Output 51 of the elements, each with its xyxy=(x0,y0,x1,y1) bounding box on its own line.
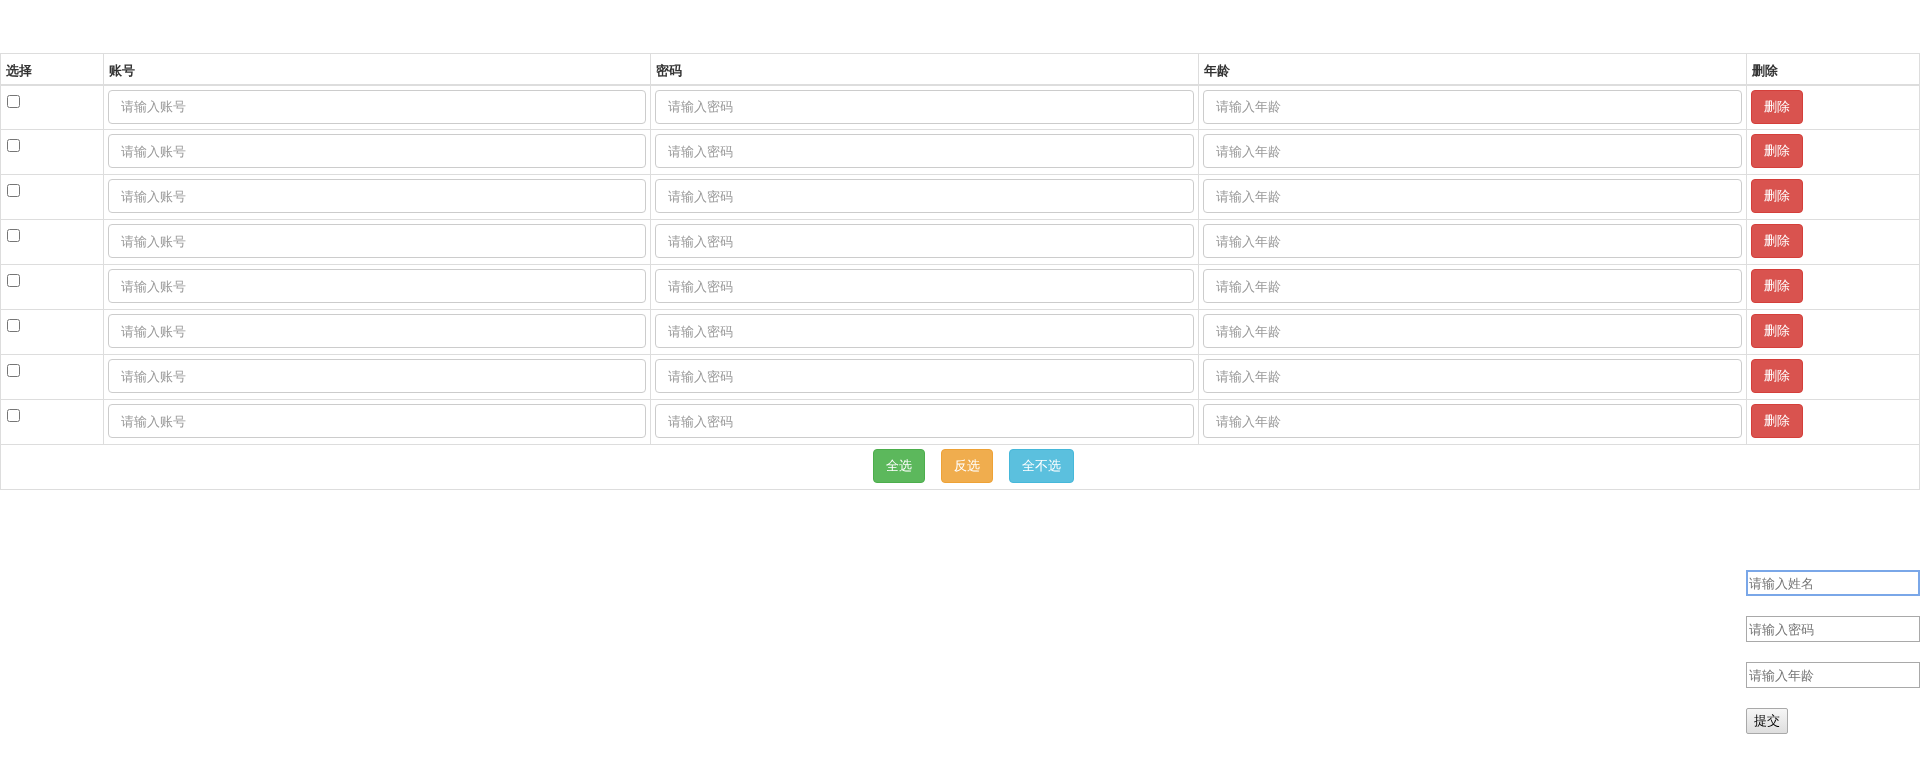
row-checkbox[interactable] xyxy=(7,364,20,377)
column-header: 删除 xyxy=(1752,62,1778,78)
delete-button[interactable]: 删除 xyxy=(1751,314,1803,348)
delete-button[interactable]: 删除 xyxy=(1751,224,1803,258)
column-header: 年龄 xyxy=(1204,62,1230,78)
text-input-field[interactable]: 请输入账号 xyxy=(108,134,646,168)
text-input-field[interactable]: 请输入年龄 xyxy=(1203,314,1742,348)
row-checkbox[interactable] xyxy=(7,274,20,287)
delete-button[interactable]: 删除 xyxy=(1751,404,1803,438)
column-header: 账号 xyxy=(109,62,135,78)
text-input-field[interactable]: 请输入账号 xyxy=(108,404,646,438)
text-input-field[interactable]: 请输入年龄 xyxy=(1203,404,1742,438)
text-input-field[interactable]: 请输入账号 xyxy=(108,269,646,303)
text-input-field[interactable]: 请输入账号 xyxy=(108,359,646,393)
row-checkbox[interactable] xyxy=(7,229,20,242)
form-input-field[interactable]: 请输入年龄 xyxy=(1746,662,1920,688)
row-checkbox[interactable] xyxy=(7,319,20,332)
form-input-field[interactable]: 请输入密码 xyxy=(1746,616,1920,642)
submit-button[interactable]: 提交 xyxy=(1746,708,1788,734)
delete-button[interactable]: 删除 xyxy=(1751,89,1803,124)
text-input-field[interactable]: 请输入密码 xyxy=(655,269,1194,303)
text-input-field[interactable]: 请输入密码 xyxy=(655,314,1194,348)
column-header: 选择 xyxy=(6,62,32,78)
row-checkbox[interactable] xyxy=(7,409,20,422)
delete-button[interactable]: 删除 xyxy=(1751,359,1803,393)
delete-button[interactable]: 删除 xyxy=(1751,134,1803,168)
text-input-field[interactable]: 请输入年龄 xyxy=(1203,269,1742,303)
text-input-field[interactable]: 请输入密码 xyxy=(655,359,1194,393)
column-header: 密码 xyxy=(656,62,682,78)
text-input-field[interactable]: 请输入账号 xyxy=(108,89,646,124)
row-checkbox[interactable] xyxy=(7,184,20,197)
text-input-field[interactable]: 请输入密码 xyxy=(655,179,1194,213)
text-input-field[interactable]: 请输入年龄 xyxy=(1203,224,1742,258)
text-input-field[interactable]: 请输入账号 xyxy=(108,314,646,348)
text-input-field[interactable]: 请输入账号 xyxy=(108,224,646,258)
text-input-field[interactable]: 请输入账号 xyxy=(108,179,646,213)
delete-button[interactable]: 删除 xyxy=(1751,269,1803,303)
text-input-field[interactable]: 请输入密码 xyxy=(655,224,1194,258)
select-action-button[interactable]: 全不选 xyxy=(1008,449,1074,483)
text-input-field[interactable]: 请输入密码 xyxy=(655,89,1194,124)
form-input-field[interactable]: 请输入姓名 xyxy=(1746,570,1920,596)
delete-button[interactable]: 删除 xyxy=(1751,179,1803,213)
text-input-field[interactable]: 请输入年龄 xyxy=(1203,89,1742,124)
text-input-field[interactable]: 请输入密码 xyxy=(655,404,1194,438)
text-input-field[interactable]: 请输入年龄 xyxy=(1203,359,1742,393)
text-input-field[interactable]: 请输入年龄 xyxy=(1203,179,1742,213)
row-checkbox[interactable] xyxy=(7,139,20,152)
row-checkbox[interactable] xyxy=(7,94,20,108)
text-input-field[interactable]: 请输入密码 xyxy=(655,134,1194,168)
text-input-field[interactable]: 请输入年龄 xyxy=(1203,134,1742,168)
select-action-button[interactable]: 全选 xyxy=(872,449,925,483)
